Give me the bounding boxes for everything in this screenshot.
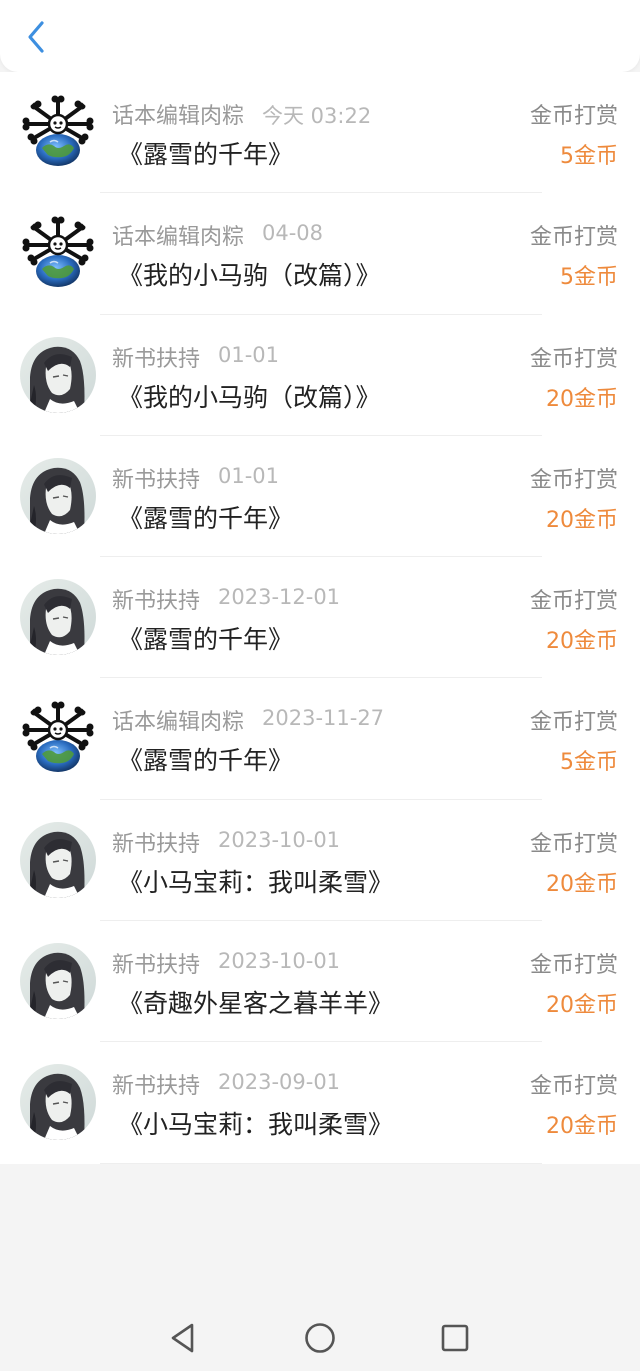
reward-amount: 5金币 [560, 750, 618, 776]
reward-amount: 20金币 [546, 871, 618, 897]
support-avatar[interactable] [20, 1064, 96, 1141]
nav-back-button[interactable] [163, 1318, 203, 1358]
sender-name: 话本编辑肉粽 [112, 225, 245, 251]
sender-name: 话本编辑肉粽 [112, 710, 245, 736]
reward-type: 金币打赏 [529, 710, 618, 736]
reward-list-item[interactable]: 新书扶持 01-01 《我的小马驹（改篇）》 金币打赏 20金币 [0, 315, 640, 436]
editor-avatar[interactable] [20, 700, 96, 777]
book-title: 《露雪的千年》 [118, 140, 294, 169]
reward-list-item[interactable]: 新书扶持 2023-10-01 《奇趣外星客之暮羊羊》 金币打赏 20金币 [0, 921, 640, 1043]
system-nav-bar [0, 1300, 640, 1371]
reward-amount: 20金币 [546, 1114, 618, 1140]
reward-list-item[interactable]: 话本编辑肉粽 今天 03:22 《露雪的千年》 金币打赏 5金币 [0, 72, 640, 194]
book-title: 《我的小马驹（改篇）》 [118, 382, 381, 412]
chevron-left-icon [28, 21, 44, 53]
book-title: 《露雪的千年》 [118, 503, 294, 533]
home-circle-icon [305, 1323, 335, 1353]
back-triangle-icon [171, 1323, 194, 1353]
reward-date: 2023-09-01 [218, 1070, 341, 1095]
book-title: 《我的小马驹（改篇）》 [118, 261, 381, 291]
book-title: 《奇趣外星客之暮羊羊》 [118, 989, 394, 1019]
reward-list-item[interactable]: 话本编辑肉粽 2023-11-27 《露雪的千年》 金币打赏 5金币 [0, 678, 640, 800]
reward-list-item[interactable]: 话本编辑肉粽 04-08 《我的小马驹（改篇）》 金币打赏 5金币 [0, 193, 640, 315]
reward-amount: 20金币 [546, 629, 618, 655]
reward-list: 话本编辑肉粽 今天 03:22 《露雪的千年》 金币打赏 5金币 话本编辑肉粽 … [0, 72, 640, 1164]
reward-date: 2023-10-01 [218, 949, 341, 974]
sender-name: 新书扶持 [112, 589, 201, 615]
reward-type: 金币打赏 [529, 831, 618, 857]
sender-name: 新书扶持 [112, 831, 201, 857]
reward-date: 01-01 [218, 463, 280, 488]
reward-amount: 5金币 [560, 144, 618, 169]
sender-name: 话本编辑肉粽 [112, 104, 245, 129]
book-title: 《小马宝莉：我叫柔雪》 [118, 867, 394, 897]
sender-name: 新书扶持 [112, 346, 201, 372]
editor-avatar[interactable] [20, 94, 96, 170]
book-title: 《露雪的千年》 [118, 746, 294, 776]
reward-type: 金币打赏 [529, 1074, 618, 1100]
reward-type: 金币打赏 [529, 589, 618, 615]
reward-type: 金币打赏 [529, 346, 618, 372]
reward-amount: 20金币 [546, 386, 618, 412]
reward-amount: 20金币 [546, 507, 618, 533]
nav-home-button[interactable] [300, 1318, 340, 1358]
reward-date: 2023-11-27 [262, 706, 385, 731]
sender-name: 新书扶持 [112, 1074, 201, 1100]
sender-name: 新书扶持 [112, 953, 201, 979]
editor-avatar[interactable] [20, 215, 96, 292]
back-button[interactable] [14, 14, 58, 60]
reward-list-item[interactable]: 新书扶持 2023-10-01 《小马宝莉：我叫柔雪》 金币打赏 20金币 [0, 800, 640, 922]
reward-list-item[interactable]: 新书扶持 2023-09-01 《小马宝莉：我叫柔雪》 金币打赏 20金币 [0, 1042, 640, 1164]
reward-date: 01-01 [218, 342, 280, 367]
sender-name: 新书扶持 [112, 467, 201, 493]
book-title: 《露雪的千年》 [118, 625, 294, 655]
support-avatar[interactable] [20, 457, 96, 534]
reward-amount: 5金币 [560, 265, 618, 291]
support-avatar[interactable] [20, 821, 96, 898]
recents-square-icon [441, 1324, 469, 1352]
support-avatar[interactable] [20, 943, 96, 1020]
reward-type: 金币打赏 [529, 467, 618, 493]
book-title: 《小马宝莉：我叫柔雪》 [118, 1110, 394, 1140]
reward-type: 金币打赏 [529, 225, 618, 251]
reward-amount: 20金币 [546, 993, 618, 1019]
nav-recents-button[interactable] [435, 1318, 475, 1358]
row-divider [100, 1162, 542, 1164]
reward-date: 04-08 [262, 221, 324, 246]
reward-type: 金币打赏 [529, 104, 618, 129]
reward-list-item[interactable]: 新书扶持 2023-12-01 《露雪的千年》 金币打赏 20金币 [0, 557, 640, 679]
support-avatar[interactable] [20, 336, 96, 413]
reward-date: 今天 03:22 [262, 104, 372, 128]
top-bar [0, 0, 640, 72]
reward-type: 金币打赏 [529, 953, 618, 979]
support-avatar[interactable] [20, 579, 96, 656]
reward-date: 2023-12-01 [218, 585, 341, 610]
reward-list-item[interactable]: 新书扶持 01-01 《露雪的千年》 金币打赏 20金币 [0, 436, 640, 558]
reward-date: 2023-10-01 [218, 827, 341, 852]
